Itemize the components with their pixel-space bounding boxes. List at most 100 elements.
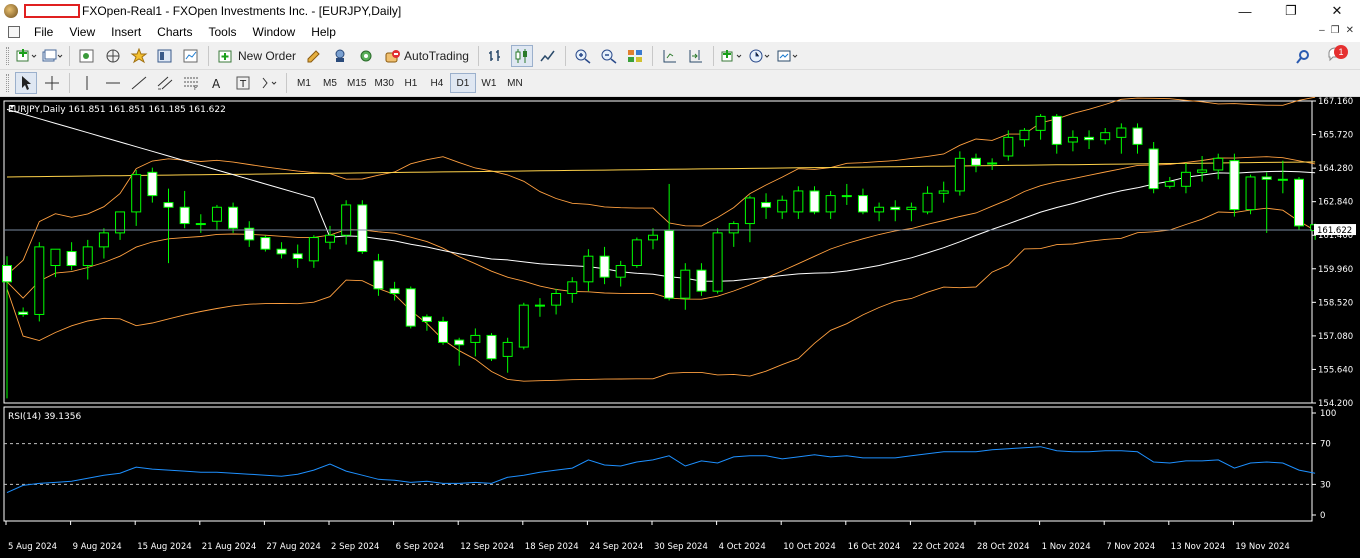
toolbar-grip-2[interactable] <box>6 74 9 92</box>
timeframe-mn[interactable]: MN <box>502 73 528 93</box>
text-icon[interactable]: A <box>206 72 228 94</box>
candle-body <box>1180 171 1191 187</box>
timeframe-d1[interactable]: D1 <box>449 73 476 93</box>
periods-icon[interactable] <box>748 45 772 67</box>
candle-body <box>1245 176 1256 211</box>
date-axis-label: 19 Nov 2024 <box>1235 542 1289 552</box>
title-bar: FXOpen-Real1 - FXOpen Investments Inc. -… <box>0 0 1360 22</box>
zoom-out-icon[interactable] <box>598 45 620 67</box>
chart-close-button[interactable]: ✕ <box>1346 25 1354 36</box>
text-label-icon[interactable]: T <box>232 72 254 94</box>
chart-restore-button[interactable]: ❐ <box>1331 25 1340 36</box>
price-chart[interactable]: EURJPY,Daily 161.851 161.851 161.185 161… <box>0 96 1360 558</box>
menu-bar: File View Insert Charts Tools Window Hel… <box>0 22 1360 42</box>
crosshair-icon[interactable] <box>41 72 63 94</box>
minimize-button[interactable]: — <box>1222 0 1268 22</box>
date-axis-label: 2 Sep 2024 <box>331 542 379 552</box>
candle-body <box>906 206 917 211</box>
chart-window[interactable]: EURJPY,Daily 161.851 161.851 161.185 161… <box>0 96 1360 558</box>
menu-file[interactable]: File <box>26 25 61 39</box>
candle-body <box>551 292 562 306</box>
candle-body <box>1132 127 1143 145</box>
timeframe-h1[interactable]: H1 <box>398 73 424 93</box>
candle-body <box>373 260 384 290</box>
candle-body <box>357 204 368 253</box>
candle-body <box>50 248 61 267</box>
bar-chart-icon[interactable] <box>485 45 507 67</box>
menu-charts[interactable]: Charts <box>149 25 200 39</box>
autotrading-button[interactable]: AutoTrading <box>381 45 472 67</box>
metaeditor-icon[interactable] <box>303 45 325 67</box>
timeframe-w1[interactable]: W1 <box>476 73 502 93</box>
profiles-icon[interactable] <box>41 45 63 67</box>
candle-body <box>1067 136 1078 143</box>
navigator-icon[interactable] <box>102 45 124 67</box>
arrows-icon[interactable] <box>258 72 280 94</box>
templates-icon[interactable] <box>776 45 800 67</box>
candle-body <box>292 253 303 260</box>
horizontal-line-icon[interactable] <box>102 72 124 94</box>
menu-insert[interactable]: Insert <box>103 25 149 39</box>
chart-minimize-button[interactable]: – <box>1319 25 1325 36</box>
date-axis-label: 15 Aug 2024 <box>137 542 191 552</box>
menu-view[interactable]: View <box>61 25 103 39</box>
new-order-button[interactable]: New Order <box>215 45 299 67</box>
window-title: FXOpen-Real1 - FXOpen Investments Inc. -… <box>82 4 402 18</box>
zoom-in-icon[interactable] <box>572 45 594 67</box>
candle-body <box>615 265 626 278</box>
notifications-icon[interactable]: 1 <box>1326 45 1348 67</box>
chart-shift-icon[interactable] <box>685 45 707 67</box>
date-axis-label: 9 Aug 2024 <box>73 542 122 552</box>
candle-body <box>276 248 287 255</box>
fibonacci-icon[interactable]: F <box>180 72 202 94</box>
date-axis-label: 1 Nov 2024 <box>1042 542 1091 552</box>
vertical-line-icon[interactable] <box>76 72 98 94</box>
trendline-icon[interactable] <box>128 72 150 94</box>
auto-scroll-icon[interactable] <box>659 45 681 67</box>
terminal-icon[interactable] <box>154 45 176 67</box>
rsi-axis-label: 100 <box>1320 409 1336 419</box>
indicators-icon[interactable] <box>720 45 744 67</box>
candle-body <box>195 223 206 226</box>
new-chart-icon[interactable] <box>15 45 37 67</box>
market-watch-icon[interactable] <box>76 45 98 67</box>
search-icon[interactable] <box>1292 46 1314 68</box>
chart-window-icon[interactable] <box>8 26 20 38</box>
candle-body <box>664 230 675 299</box>
vps-icon[interactable] <box>355 45 377 67</box>
candle-body <box>211 206 222 222</box>
timeframe-m5[interactable]: M5 <box>317 73 343 93</box>
bollinger-upper-line <box>6 96 1316 276</box>
strategy-tester-icon[interactable] <box>180 45 202 67</box>
rsi-axis-label: 70 <box>1320 440 1331 450</box>
candlestick-chart-icon[interactable] <box>510 44 533 67</box>
menu-tools[interactable]: Tools <box>201 25 245 39</box>
timeframe-m1[interactable]: M1 <box>291 73 317 93</box>
timeframe-h4[interactable]: H4 <box>424 73 450 93</box>
close-button[interactable]: ✕ <box>1314 0 1360 22</box>
line-studies-toolbar: F A T M1 M5 M15 M30 H1 H4 D1 W1 MN <box>0 70 1360 97</box>
date-axis-label: 21 Aug 2024 <box>202 542 256 552</box>
timeframe-m15[interactable]: M15 <box>343 73 370 93</box>
price-panel-frame <box>3 100 1313 404</box>
cursor-icon[interactable] <box>15 72 37 94</box>
menu-help[interactable]: Help <box>303 25 344 39</box>
equidistant-channel-icon[interactable] <box>154 72 176 94</box>
menu-window[interactable]: Window <box>245 25 304 39</box>
toolbar-grip[interactable] <box>6 46 9 65</box>
candle-body <box>454 339 465 346</box>
date-axis-label: 27 Aug 2024 <box>266 542 320 552</box>
candle-body <box>470 334 481 343</box>
candle-body <box>82 246 93 267</box>
timeframe-m30[interactable]: M30 <box>370 73 397 93</box>
signals-icon[interactable] <box>329 45 351 67</box>
favorites-icon[interactable] <box>128 45 150 67</box>
candle-body <box>502 341 513 357</box>
maximize-button[interactable]: ❐ <box>1268 0 1314 22</box>
candle-body <box>18 311 29 315</box>
line-chart-icon[interactable] <box>537 45 559 67</box>
svg-text:A: A <box>212 77 221 91</box>
candle-body <box>567 281 578 294</box>
candle-body <box>1051 115 1062 145</box>
tile-windows-icon[interactable] <box>624 45 646 67</box>
